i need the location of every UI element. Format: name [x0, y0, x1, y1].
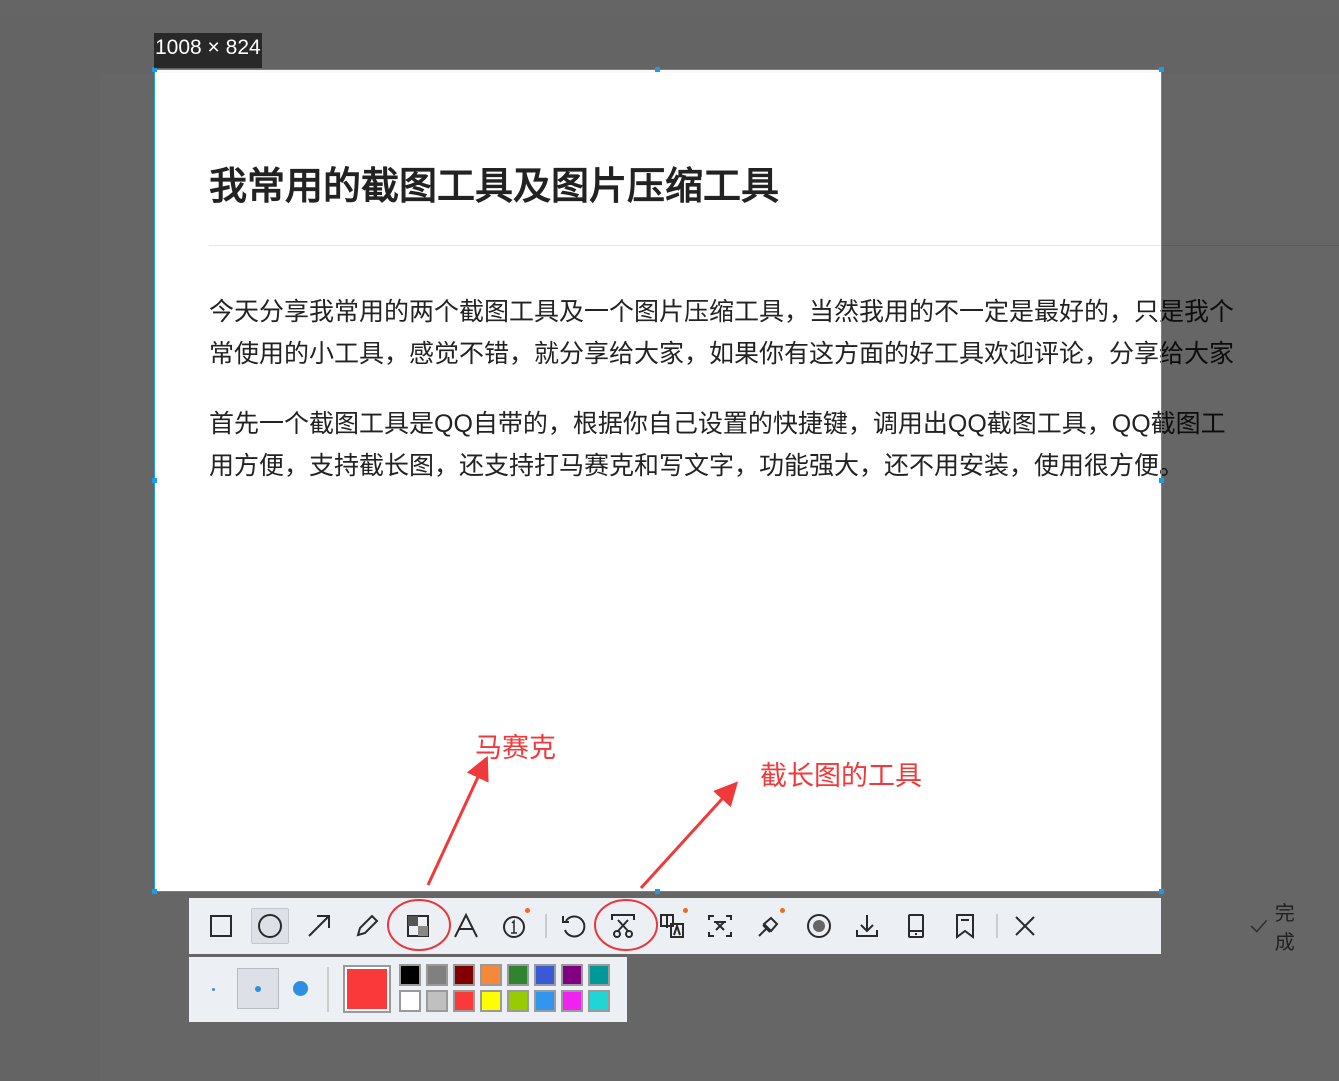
check-icon	[1250, 919, 1268, 933]
color-swatch[interactable]	[426, 964, 448, 986]
color-swatch[interactable]	[561, 990, 583, 1012]
ellipse-tool[interactable]	[251, 908, 289, 944]
record-button[interactable]	[800, 908, 838, 944]
color-swatch[interactable]	[453, 964, 475, 986]
arrow-icon	[639, 781, 739, 890]
mosaic-tool[interactable]	[399, 908, 437, 944]
done-button[interactable]: 完成	[1249, 903, 1303, 954]
circle-icon	[258, 914, 282, 938]
color-swatch[interactable]	[426, 990, 448, 1012]
pen-tool[interactable]	[348, 908, 386, 944]
palette-separator	[327, 967, 329, 1012]
new-dot	[525, 908, 530, 913]
pin-icon	[758, 916, 779, 937]
number-marker-tool[interactable]	[495, 908, 533, 944]
rectangle-tool[interactable]	[202, 908, 240, 944]
phone-icon	[908, 914, 924, 938]
undo-button[interactable]	[554, 908, 592, 944]
screenshot-toolbar: 完成	[189, 898, 1295, 954]
size-large-option[interactable]	[293, 981, 308, 996]
style-palette	[189, 957, 627, 1022]
ocr-button[interactable]	[701, 908, 739, 944]
save-button[interactable]	[848, 908, 886, 944]
done-label: 完成	[1274, 903, 1295, 954]
color-swatch[interactable]	[561, 964, 583, 986]
new-dot	[683, 908, 688, 913]
color-swatch[interactable]	[480, 964, 502, 986]
long-screenshot-button[interactable]	[604, 908, 642, 944]
arrow-icon	[426, 755, 489, 886]
arrow-tool[interactable]	[300, 908, 338, 944]
send-to-phone-button[interactable]	[897, 908, 935, 944]
pencil-icon	[356, 914, 379, 937]
favorite-button[interactable]	[946, 908, 984, 944]
color-swatch[interactable]	[534, 964, 556, 986]
download-icon	[856, 915, 878, 937]
record-icon	[807, 914, 831, 938]
pin-button[interactable]	[750, 908, 788, 944]
toolbar-separator	[996, 914, 998, 938]
size-medium-option[interactable]	[237, 968, 279, 1009]
color-swatch[interactable]	[588, 990, 610, 1012]
arrow-icon	[308, 915, 330, 937]
color-swatch[interactable]	[399, 990, 421, 1012]
size-small-option[interactable]	[212, 988, 215, 991]
new-dot	[780, 908, 785, 913]
color-swatch[interactable]	[588, 964, 610, 986]
color-swatch[interactable]	[453, 990, 475, 1012]
current-color[interactable]	[343, 965, 391, 1013]
text-tool[interactable]	[447, 908, 485, 944]
color-swatch[interactable]	[534, 990, 556, 1012]
scissors-icon	[611, 914, 635, 938]
text-a-icon	[454, 912, 478, 938]
rectangle-icon	[210, 915, 232, 937]
color-swatch[interactable]	[507, 990, 529, 1012]
undo-icon	[562, 915, 586, 938]
translate-icon	[660, 914, 684, 938]
bookmark-icon	[956, 914, 974, 939]
cancel-button[interactable]	[1006, 908, 1044, 944]
color-swatch[interactable]	[480, 990, 502, 1012]
text-recognition-icon	[708, 915, 732, 937]
toolbar-separator	[545, 914, 547, 938]
mosaic-icon	[407, 915, 429, 937]
translate-button[interactable]	[653, 908, 691, 944]
close-icon	[1015, 916, 1035, 936]
color-swatch[interactable]	[507, 964, 529, 986]
color-swatch[interactable]	[399, 964, 421, 986]
numbered-circle-icon	[503, 916, 525, 938]
